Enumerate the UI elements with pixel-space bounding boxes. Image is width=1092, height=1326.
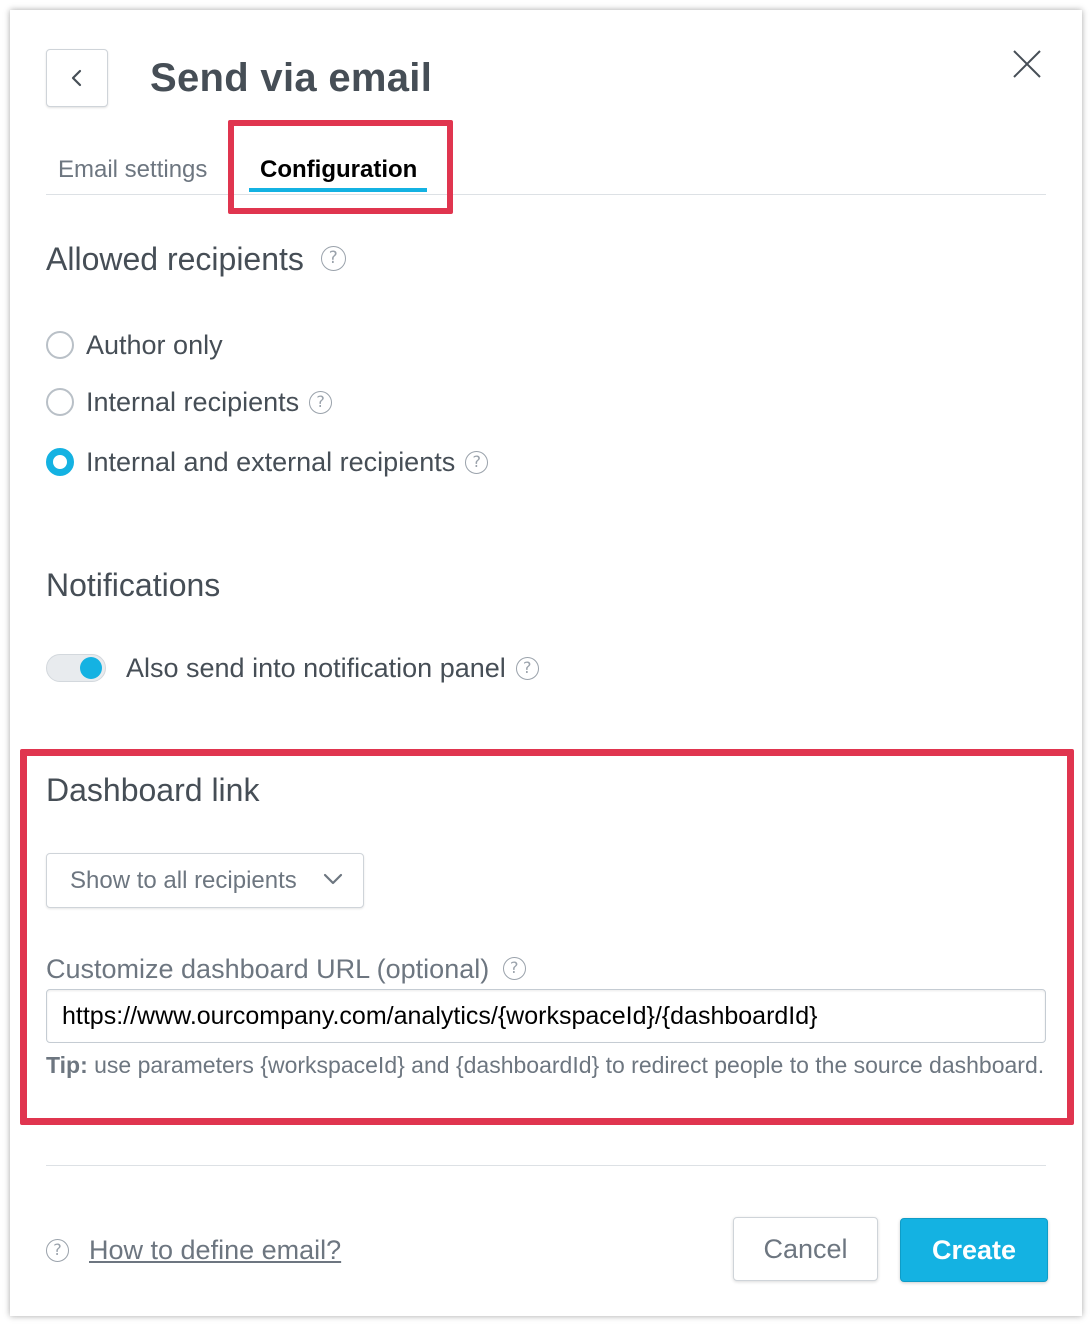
dashboard-link-visibility-dropdown[interactable]: Show to all recipients — [46, 853, 364, 908]
close-button[interactable] — [1006, 43, 1048, 85]
dashboard-url-input[interactable] — [46, 989, 1046, 1043]
radio-label: Internal and external recipients — [86, 446, 456, 477]
radio-button[interactable] — [46, 331, 74, 359]
how-to-define-email-link[interactable]: How to define email? — [89, 1235, 341, 1266]
dropdown-value: Show to all recipients — [70, 866, 297, 894]
help-icon[interactable]: ? — [320, 246, 346, 272]
radio-label: Author only — [86, 329, 223, 360]
create-button[interactable]: Create — [900, 1218, 1048, 1282]
tip-prefix: Tip: — [46, 1052, 88, 1078]
notification-panel-toggle-row[interactable]: Also send into notification panel ? — [46, 648, 539, 688]
radio-button-selected[interactable] — [46, 448, 74, 476]
allowed-recipients-title: Allowed recipients — [46, 241, 304, 277]
url-tip: Tip: use parameters {workspaceId} and {d… — [46, 1052, 1046, 1079]
help-icon: ? — [46, 1238, 69, 1262]
allowed-recipients-heading: Allowed recipients ? — [46, 239, 346, 279]
radio-button[interactable] — [46, 388, 74, 416]
help-link-row[interactable]: ? How to define email? — [46, 1232, 341, 1268]
chevron-down-icon — [323, 873, 343, 885]
tip-text: use parameters {workspaceId} and {dashbo… — [87, 1052, 1045, 1078]
toggle-label: Also send into notification panel — [126, 652, 506, 683]
radio-internal-external-recipients[interactable]: Internal and external recipients ? — [46, 442, 489, 482]
help-icon[interactable]: ? — [465, 450, 489, 474]
footer-divider — [46, 1165, 1046, 1166]
help-icon[interactable]: ? — [502, 957, 526, 981]
radio-author-only[interactable]: Author only — [46, 325, 233, 365]
customize-url-label-text: Customize dashboard URL (optional) — [46, 954, 490, 984]
toggle-knob — [80, 657, 102, 679]
radio-label: Internal recipients — [86, 386, 300, 417]
back-button[interactable] — [46, 49, 108, 107]
close-icon — [1013, 50, 1041, 78]
customize-url-label: Customize dashboard URL (optional) ? — [46, 952, 526, 986]
notifications-heading: Notifications — [46, 567, 221, 603]
help-icon[interactable]: ? — [515, 656, 539, 680]
tab-email-settings[interactable]: Email settings — [58, 154, 207, 186]
notification-toggle[interactable] — [46, 654, 106, 682]
radio-internal-recipients[interactable]: Internal recipients ? — [46, 382, 333, 422]
cancel-button[interactable]: Cancel — [733, 1217, 878, 1281]
tab-highlight-frame — [228, 120, 453, 214]
help-icon[interactable]: ? — [309, 390, 333, 414]
tab-bar: Email settings Configuration — [46, 140, 1046, 195]
dashboard-link-heading: Dashboard link — [46, 772, 260, 808]
dialog-title: Send via email — [150, 56, 433, 100]
chevron-left-icon — [71, 69, 82, 87]
